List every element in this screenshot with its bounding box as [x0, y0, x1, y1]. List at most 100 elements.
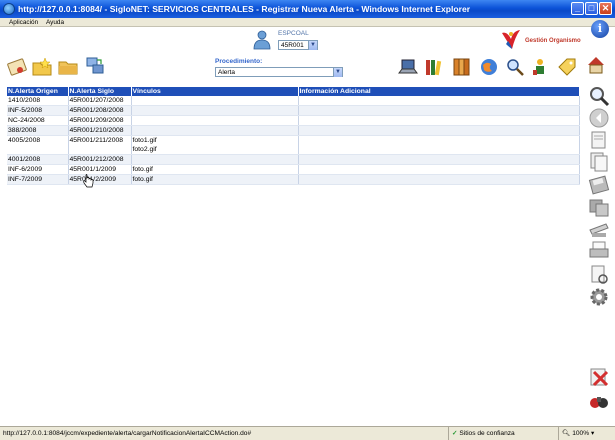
cell-alerta-siglo: 45R001/208/2008 [68, 105, 132, 116]
cell-alerta-origen: 4001/2008 [7, 154, 69, 165]
zoom-value: 100% [572, 430, 590, 437]
chevron-down-icon: ▾ [590, 430, 595, 437]
gear-icon[interactable] [588, 286, 610, 308]
espc-select[interactable]: 45R001 ▼ [278, 40, 318, 50]
table-row[interactable]: 1410/2008 45R001/207/2008 [7, 96, 580, 106]
cell-info-adicional [298, 125, 580, 136]
alerts-table: N.Alerta Origen N.Alerta Siglo Vínculos … [7, 87, 580, 185]
espc-select-value: 45R001 [281, 42, 304, 49]
cell-alerta-siglo: 45R001/207/2008 [68, 96, 132, 106]
chevron-down-icon: ▼ [333, 68, 342, 77]
cell-alerta-siglo: 45R001/210/2008 [68, 125, 132, 136]
right-sidebar [583, 85, 615, 425]
house-icon[interactable] [586, 55, 606, 75]
search-tools-icon[interactable] [505, 57, 525, 77]
procedimiento-label: Procedimiento: [215, 58, 263, 65]
cell-vinculos[interactable]: foto.gif [131, 174, 299, 185]
status-bar: http://127.0.0.1:8084/jccm/expediente/al… [0, 426, 615, 440]
cell-alerta-siglo: 45R001/1/2009 [68, 164, 132, 175]
info-icon[interactable]: i [591, 20, 609, 38]
menu-aplicacion[interactable]: Aplicación [9, 19, 38, 26]
cell-info-adicional [298, 154, 580, 165]
procedimiento-select[interactable]: Alerta ▼ [215, 67, 343, 77]
menu-ayuda[interactable]: Ayuda [46, 19, 64, 26]
cell-vinculos[interactable]: foto1.gif foto2.gif [131, 135, 299, 155]
binders-icon[interactable] [452, 57, 472, 77]
cell-alerta-origen: NC-24/2008 [7, 115, 69, 126]
col-header-vinculos[interactable]: Vínculos [131, 87, 299, 96]
tag-icon[interactable] [557, 57, 577, 77]
table-row[interactable]: 388/2008 45R001/210/2008 [7, 125, 580, 136]
col-header-alerta-origen[interactable]: N.Alerta Origen [7, 87, 69, 96]
floppy-icon[interactable] [588, 174, 610, 196]
cell-vinculos [131, 115, 299, 126]
table-row[interactable]: INF-5/2008 45R001/208/2008 [7, 105, 580, 116]
globe-icon[interactable] [479, 57, 499, 77]
status-url: http://127.0.0.1:8084/jccm/expediente/al… [3, 430, 252, 437]
table-header-row: N.Alerta Origen N.Alerta Siglo Vínculos … [7, 87, 580, 96]
cell-vinculos [131, 96, 299, 106]
cell-alerta-origen: INF-5/2008 [7, 105, 69, 116]
hand-cursor-icon [83, 174, 94, 188]
laptop-icon[interactable] [398, 57, 418, 77]
cell-vinculos [131, 154, 299, 165]
checkmark-icon: ✓ [452, 430, 458, 437]
cell-info-adicional [298, 105, 580, 116]
back-circle-icon[interactable] [588, 107, 610, 129]
status-zone-label: Sitios de confianza [459, 430, 515, 437]
cell-info-adicional [298, 135, 580, 155]
cell-alerta-siglo: 45R001/212/2008 [68, 154, 132, 165]
document-icon[interactable] [588, 129, 610, 151]
cell-alerta-origen: 1410/2008 [7, 96, 69, 106]
cell-alerta-origen: INF-6/2009 [7, 164, 69, 175]
minimize-button[interactable]: _ [571, 2, 584, 15]
table-row[interactable]: NC-24/2008 45R001/209/2008 [7, 115, 580, 126]
table-row[interactable]: 4005/2008 45R001/211/2008 foto1.gif foto2.g… [7, 135, 580, 155]
floppy-copy-icon[interactable] [588, 196, 610, 218]
exit-icon[interactable] [588, 391, 610, 413]
cell-vinculos [131, 125, 299, 136]
printer-icon[interactable] [588, 240, 610, 262]
window-titlebar: http://127.0.0.1:8084/ - SigloNET: SERVI… [0, 0, 615, 18]
espc-label: ESPCOAL [278, 30, 309, 37]
user-icon [253, 30, 271, 50]
user-network-icon[interactable] [530, 57, 550, 77]
col-header-alerta-siglo[interactable]: N.Alerta Siglo [68, 87, 132, 96]
window-title: http://127.0.0.1:8084/ - SigloNET: SERVI… [18, 4, 471, 14]
folder-star-icon[interactable] [32, 57, 52, 77]
close-button[interactable]: ✕ [599, 2, 612, 15]
scanner-icon[interactable] [588, 218, 610, 240]
certificate-icon[interactable] [7, 57, 27, 77]
cell-info-adicional [298, 174, 580, 185]
cell-alerta-origen: 4005/2008 [7, 135, 69, 155]
zoom-control[interactable]: 🔍︎ 100% ▾ [558, 427, 615, 440]
organism-logo-icon [502, 30, 520, 49]
chevron-down-icon: ▼ [308, 41, 317, 50]
table-row[interactable]: 4001/2008 45R001/212/2008 [7, 154, 580, 165]
cell-info-adicional [298, 164, 580, 175]
print-preview-icon[interactable] [588, 264, 610, 286]
cell-alerta-origen: 388/2008 [7, 125, 69, 136]
folder-icon[interactable] [58, 57, 78, 77]
cell-alerta-siglo: 45R001/2/2009 [68, 174, 132, 185]
menu-bar: Aplicación Ayuda [0, 18, 615, 27]
books-icon[interactable] [424, 57, 444, 77]
cell-vinculos [131, 105, 299, 116]
cell-alerta-siglo: 45R001/209/2008 [68, 115, 132, 126]
cancel-icon[interactable] [588, 366, 610, 388]
table-row[interactable]: INF-6/2009 45R001/1/2009 foto.gif [7, 164, 580, 175]
procedimiento-select-value: Alerta [218, 69, 235, 76]
cell-vinculos[interactable]: foto.gif [131, 164, 299, 175]
status-zone: ✓ Sitios de confianza [448, 427, 558, 440]
documents-icon[interactable] [588, 151, 610, 173]
org-label: Gestión Organismo [525, 38, 581, 44]
cell-info-adicional [298, 96, 580, 106]
computer-transfer-icon[interactable] [85, 56, 105, 76]
magnifier-icon[interactable] [588, 85, 610, 107]
col-header-info-adicional[interactable]: Información Adicional [298, 87, 580, 96]
ie-icon [3, 3, 15, 15]
cell-alerta-siglo: 45R001/211/2008 [68, 135, 132, 155]
zoom-magnifier-icon: 🔍︎ [562, 430, 571, 437]
maximize-button[interactable]: □ [585, 2, 598, 15]
cell-info-adicional [298, 115, 580, 126]
